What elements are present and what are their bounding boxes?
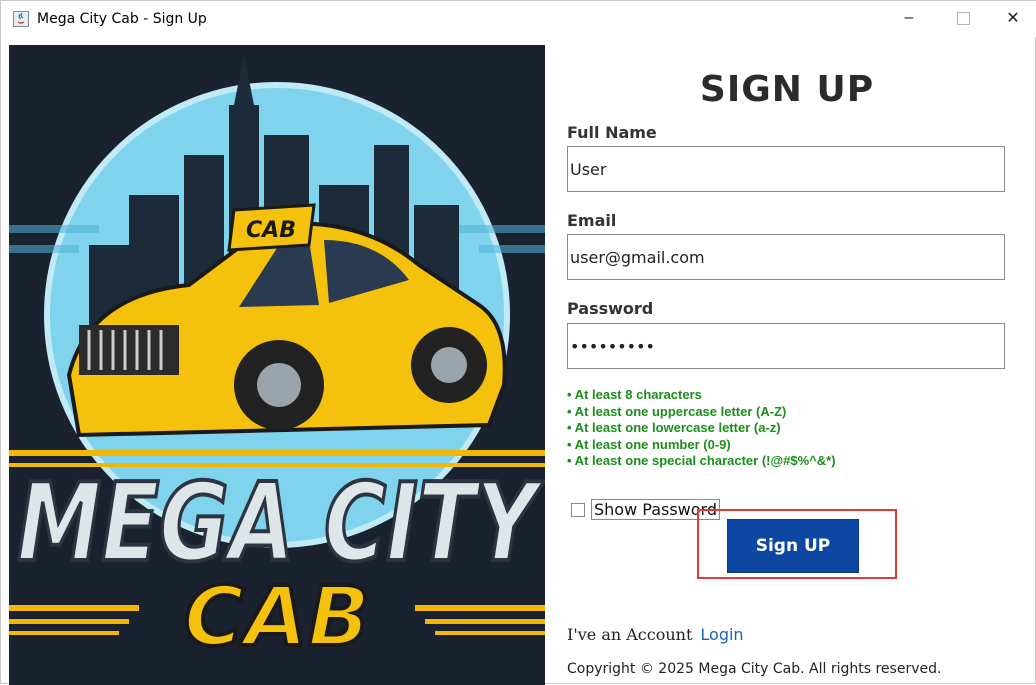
copyright-text: Copyright © 2025 Mega City Cab. All righ…: [567, 661, 942, 677]
account-text: I've an Account: [567, 625, 693, 644]
window-title: Mega City Cab - Sign Up: [37, 11, 207, 27]
signup-form: SIGN UP Full Name User Email user@gmail.…: [567, 45, 1017, 685]
java-app-icon: [13, 11, 29, 27]
page-title: SIGN UP: [699, 69, 875, 110]
full-name-field[interactable]: User: [567, 146, 1005, 192]
rule-item: • At least one uppercase letter (A-Z): [567, 403, 787, 419]
mega-city-cab-logo-image: CAB MEGA CITY CAB: [9, 45, 545, 685]
signup-window: Mega City Cab - Sign Up – ✕ CAB MEGA CIT…: [0, 0, 1036, 685]
close-icon: ✕: [1006, 10, 1020, 27]
cab-sign-text: CAB: [246, 218, 296, 243]
email-label: Email: [567, 211, 617, 230]
maximize-button[interactable]: [943, 5, 983, 31]
account-prompt: I've an Account Login: [567, 625, 744, 644]
full-name-label: Full Name: [567, 123, 657, 142]
signup-button-highlight: [697, 509, 897, 579]
rule-item: • At least one number (0-9): [567, 436, 731, 452]
show-password-checkbox[interactable]: [571, 502, 585, 517]
close-button[interactable]: ✕: [993, 5, 1033, 31]
brand-name-text: MEGA CITY: [17, 461, 545, 586]
maximize-icon: [956, 11, 970, 25]
rule-item: • At least 8 characters: [567, 387, 702, 402]
login-link[interactable]: Login: [700, 625, 743, 644]
rule-item: • At least one special character (!@#$%^…: [567, 453, 836, 468]
cab-roof-sign: CAB: [227, 203, 316, 252]
password-rules: • At least 8 characters • At least one u…: [567, 387, 836, 470]
minimize-icon: –: [904, 9, 914, 26]
password-label: Password: [567, 299, 654, 318]
brand-sub-text: CAB: [184, 570, 370, 665]
rule-item: • At least one lowercase letter (a-z): [567, 420, 781, 435]
email-field[interactable]: user@gmail.com: [567, 234, 1005, 280]
minimize-button[interactable]: –: [889, 5, 929, 31]
password-field[interactable]: •••••••••: [567, 323, 1005, 369]
title-bar: Mega City Cab - Sign Up – ✕: [1, 1, 1036, 37]
logo-illustration: CAB MEGA CITY CAB: [9, 45, 545, 685]
